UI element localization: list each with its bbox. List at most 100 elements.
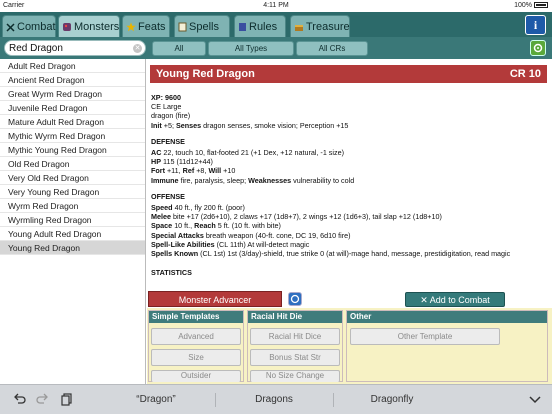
info-icon: i (533, 18, 538, 32)
list-item[interactable]: Mature Adult Red Dragon (0, 115, 145, 129)
racial-hit-die-title: Racial Hit Die (248, 311, 342, 323)
refresh-icon (290, 294, 300, 304)
hp-label: HP (151, 157, 161, 167)
init-label: Init (151, 120, 162, 130)
special-attacks-label: Special Attacks (151, 230, 204, 240)
melee-value: bite +17 (2d6+10), 2 claws +17 (1d8+7), … (172, 212, 442, 222)
list-item[interactable]: Great Wyrm Red Dragon (0, 87, 145, 101)
clear-search-icon[interactable]: ✕ (133, 44, 142, 53)
speed-label: Speed (151, 203, 173, 213)
refresh-button[interactable] (288, 292, 302, 306)
tab-feats[interactable]: Feats (122, 15, 170, 37)
tab-combat[interactable]: Combat (2, 15, 56, 37)
defense-heading: DEFENSE (151, 136, 185, 146)
simple-templates-column: Simple Templates Advanced Size Outsider (148, 310, 244, 382)
bonus-stat-button[interactable]: Bonus Stat Str (250, 349, 340, 366)
list-item[interactable]: Juvenile Red Dragon (0, 101, 145, 115)
ref-value: +8, (196, 166, 207, 176)
paste-icon[interactable] (60, 392, 74, 406)
racial-hit-dice-button[interactable]: Racial Hit Dice (250, 328, 340, 345)
simple-templates-title: Simple Templates (149, 311, 243, 323)
monster-advancer-button[interactable]: Monster Advancer (148, 291, 282, 307)
spells-known-value: (CL 1st) 1st (3/day)-shield, true strike… (200, 249, 511, 259)
autocorrect-suggestion[interactable]: “Dragon” (98, 391, 214, 409)
filter-all-button[interactable]: All (152, 41, 206, 56)
battery-icon (534, 2, 548, 9)
will-value: +10 (223, 166, 236, 176)
senses-value: dragon senses, smoke vision; Perception … (203, 120, 349, 130)
tab-label: Feats (138, 21, 166, 33)
redo-icon[interactable] (36, 392, 50, 406)
spell-like-abilities-label: Spell-Like Abilities (151, 239, 215, 249)
add-to-combat-button[interactable]: ✕ Add to Combat (405, 292, 505, 307)
spells-known-label: Spells Known (151, 249, 199, 259)
list-item[interactable]: Adult Red Dragon (0, 59, 145, 73)
status-bar: Carrier 4:11 PM 100% (0, 0, 552, 12)
add-to-combat-label: Add to Combat (429, 295, 490, 305)
crossed-swords-icon (6, 23, 15, 32)
list-item[interactable]: Young Adult Red Dragon (0, 227, 145, 241)
list-item[interactable]: Mythic Young Red Dragon (0, 143, 145, 157)
crossed-swords-icon: ✕ (420, 295, 428, 305)
special-attacks-value: breath weapon (40-ft. cone, DC 19, 6d10 … (205, 230, 351, 240)
list-item-selected[interactable]: Young Red Dragon (0, 241, 145, 255)
tab-label: Monsters (74, 21, 120, 33)
other-title: Other (347, 311, 547, 323)
monster-icon (63, 23, 71, 31)
no-size-change-button[interactable]: No Size Change (250, 370, 340, 382)
racial-hit-die-column: Racial Hit Die Racial Hit Dice Bonus Sta… (247, 310, 343, 382)
battery-percent: 100% (514, 2, 532, 9)
filter-crs-button[interactable]: All CRs (296, 41, 368, 56)
space-value: 10 ft., (174, 221, 193, 231)
outsider-template-button[interactable]: Outsider (151, 370, 241, 382)
spellbook-icon (178, 22, 187, 32)
tab-treasure[interactable]: Treasure (290, 15, 350, 37)
list-item[interactable]: Wyrm Red Dragon (0, 199, 145, 213)
weaknesses-value: vulnerability to cold (293, 175, 355, 185)
clock: 4:11 PM (263, 2, 289, 9)
other-column: Other Other Template (346, 310, 548, 382)
init-value: +5; (163, 120, 174, 130)
undo-icon[interactable] (12, 392, 26, 406)
search-box: ✕ (4, 40, 146, 56)
creature-type: dragon (fire) (151, 111, 191, 121)
speed-value: 40 ft., fly 200 ft. (poor) (174, 203, 245, 213)
advancer-panel: Simple Templates Advanced Size Outsider … (147, 308, 552, 384)
immune-value: fire, paralysis, sleep; (180, 175, 247, 185)
search-input[interactable] (5, 41, 133, 55)
tab-spells[interactable]: Spells (174, 15, 230, 37)
space-label: Space (151, 221, 173, 231)
size-template-button[interactable]: Size (151, 349, 241, 366)
info-button[interactable]: i (525, 15, 546, 35)
melee-label: Melee (151, 212, 171, 222)
tab-rules[interactable]: Rules (234, 15, 286, 37)
list-item[interactable]: Old Red Dragon (0, 157, 145, 171)
reach-value: 5 ft. (10 ft. with bite) (217, 221, 281, 231)
advanced-template-button[interactable]: Advanced (151, 328, 241, 345)
spell-like-abilities-value: (CL 11th) At will-detect magic (216, 239, 310, 249)
list-item[interactable]: Very Old Red Dragon (0, 171, 145, 185)
fort-label: Fort (151, 166, 165, 176)
autocorrect-suggestion[interactable]: Dragons (216, 391, 332, 409)
other-template-button[interactable]: Other Template (350, 328, 500, 345)
list-item[interactable]: Very Young Red Dragon (0, 185, 145, 199)
battery-indicator: 100% (514, 2, 548, 9)
autocorrect-suggestion[interactable]: Dragonfly (334, 391, 450, 409)
tab-label: Spells (189, 21, 219, 33)
reach-label: Reach (194, 221, 216, 231)
filter-types-button[interactable]: All Types (208, 41, 294, 56)
fort-value: +11, (166, 166, 181, 176)
weaknesses-label: Weaknesses (248, 175, 292, 185)
list-item[interactable]: Wyrmling Red Dragon (0, 213, 145, 227)
hp-value: 115 (11d12+44) (163, 157, 213, 167)
hide-keyboard-icon[interactable] (528, 394, 542, 406)
list-item[interactable]: Ancient Red Dragon (0, 73, 145, 87)
challenge-rating: CR 10 (509, 68, 541, 80)
list-item[interactable]: Mythic Wyrm Red Dragon (0, 129, 145, 143)
stat-block-panel: Young Red Dragon CR 10 XP: 9600 CE Large… (147, 59, 552, 290)
main-tab-bar: Combat Monsters Feats Spells Rules Treas… (0, 12, 552, 37)
tab-monsters[interactable]: Monsters (58, 15, 120, 37)
options-button[interactable] (530, 40, 546, 56)
ac-value: 22, touch 10, flat-footed 21 (+1 Dex, +1… (163, 148, 344, 158)
senses-label: Senses (175, 120, 202, 130)
